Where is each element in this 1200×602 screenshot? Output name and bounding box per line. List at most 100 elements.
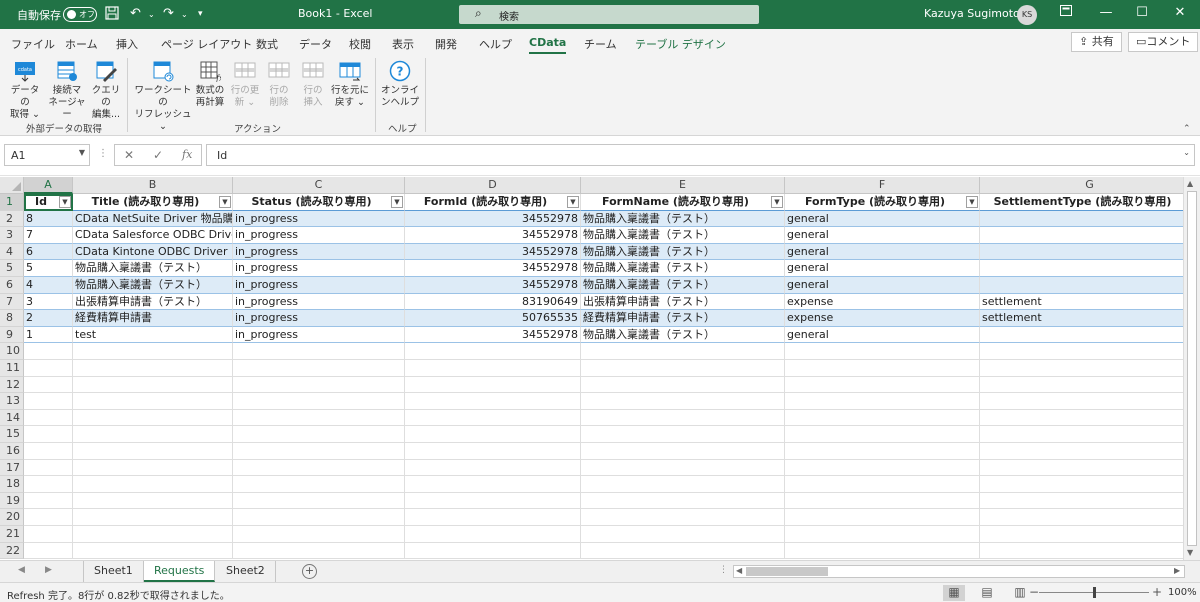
empty-cell[interactable] xyxy=(405,492,581,510)
zoom-level[interactable]: 100% xyxy=(1168,587,1197,598)
empty-cell[interactable] xyxy=(980,443,1183,460)
filter-dropdown-icon[interactable]: ▼ xyxy=(567,196,579,208)
row-header[interactable]: 4 xyxy=(0,243,24,261)
empty-cell[interactable] xyxy=(405,393,581,410)
search-box[interactable]: ⌕ 検索 xyxy=(459,5,759,24)
table-cell[interactable]: 物品購入稟議書（テスト） xyxy=(581,277,785,294)
table-cell[interactable]: in_progress xyxy=(233,227,405,244)
table-cell[interactable]: 1 xyxy=(24,326,73,344)
table-cell[interactable]: test xyxy=(73,326,233,344)
empty-cell[interactable] xyxy=(233,360,405,377)
empty-cell[interactable] xyxy=(24,443,73,460)
empty-cell[interactable] xyxy=(581,426,785,443)
collapse-ribbon-icon[interactable]: ⌃ xyxy=(1183,124,1191,134)
empty-cell[interactable] xyxy=(73,409,233,427)
table-cell[interactable]: CData Salesforce ODBC Driver xyxy=(73,227,233,244)
redo-icon[interactable]: ↷ xyxy=(163,6,174,21)
user-name[interactable]: Kazuya Sugimoto xyxy=(924,7,1020,20)
empty-cell[interactable] xyxy=(405,526,581,543)
tab-developer[interactable]: 開発 xyxy=(435,36,457,52)
row-header[interactable]: 13 xyxy=(0,393,24,410)
table-cell[interactable]: in_progress xyxy=(233,210,405,228)
empty-cell[interactable] xyxy=(405,343,581,360)
redo-dropdown-icon[interactable]: ⌄ xyxy=(181,10,188,19)
empty-cell[interactable] xyxy=(73,526,233,543)
table-cell[interactable] xyxy=(980,327,1183,344)
page-break-preview-icon[interactable]: ▥ xyxy=(1009,585,1031,601)
zoom-slider[interactable] xyxy=(1039,587,1149,598)
table-cell[interactable]: expense xyxy=(785,310,980,327)
row-header[interactable]: 6 xyxy=(0,277,24,294)
empty-cell[interactable] xyxy=(233,459,405,477)
table-cell[interactable]: 34552978 xyxy=(405,243,581,261)
table-cell[interactable]: in_progress xyxy=(233,310,405,327)
empty-cell[interactable] xyxy=(405,459,581,477)
scroll-up-icon[interactable]: ▲ xyxy=(1187,179,1193,188)
table-cell[interactable]: 物品購入稟議書（テスト） xyxy=(581,326,785,344)
empty-cell[interactable] xyxy=(73,476,233,493)
row-header[interactable]: 3 xyxy=(0,227,24,244)
undo-dropdown-icon[interactable]: ⌄ xyxy=(148,10,155,19)
empty-cell[interactable] xyxy=(581,376,785,394)
ribbon-display-options-icon[interactable] xyxy=(1056,5,1076,20)
next-sheet-icon[interactable]: ▶ xyxy=(45,565,52,575)
row-header[interactable]: 10 xyxy=(0,343,24,360)
table-cell[interactable]: 34552978 xyxy=(405,260,581,277)
refresh-worksheet-button[interactable]: ワークシートの リフレッシュ ⌄ xyxy=(133,60,193,133)
table-cell[interactable] xyxy=(980,227,1183,244)
empty-cell[interactable] xyxy=(980,426,1183,443)
empty-cell[interactable] xyxy=(233,393,405,410)
row-header[interactable]: 12 xyxy=(0,376,24,394)
empty-cell[interactable] xyxy=(581,526,785,543)
filter-dropdown-icon[interactable]: ▼ xyxy=(771,196,783,208)
empty-cell[interactable] xyxy=(24,492,73,510)
table-cell[interactable]: in_progress xyxy=(233,326,405,344)
table-cell[interactable]: 8 xyxy=(24,210,73,228)
column-header-a[interactable]: A xyxy=(24,177,73,194)
empty-cell[interactable] xyxy=(785,409,980,427)
filter-dropdown-icon[interactable]: ▼ xyxy=(391,196,403,208)
table-cell[interactable]: 経費精算申請書 xyxy=(73,310,233,327)
close-icon[interactable]: ✕ xyxy=(1170,5,1190,20)
table-cell[interactable] xyxy=(980,277,1183,294)
empty-cell[interactable] xyxy=(980,476,1183,493)
tab-help[interactable]: ヘルプ xyxy=(479,36,512,52)
table-cell[interactable]: general xyxy=(785,243,980,261)
row-header[interactable]: 2 xyxy=(0,210,24,228)
empty-cell[interactable] xyxy=(785,459,980,477)
empty-cell[interactable] xyxy=(24,409,73,427)
table-cell[interactable]: general xyxy=(785,210,980,228)
tab-cdata[interactable]: CData xyxy=(529,36,567,54)
customize-quick-access-icon[interactable]: ▾ xyxy=(198,9,203,19)
filter-dropdown-icon[interactable]: ▼ xyxy=(219,196,231,208)
empty-cell[interactable] xyxy=(785,360,980,377)
row-header[interactable]: 14 xyxy=(0,409,24,427)
table-cell[interactable]: 34552978 xyxy=(405,277,581,294)
revert-row-button[interactable]: 行を元に 戻す ⌄ xyxy=(330,60,370,109)
delete-row-button[interactable]: 行の 削除 xyxy=(264,60,294,109)
column-header-f[interactable]: F xyxy=(785,177,980,194)
connection-manager-button[interactable]: 接続マ ネージャー xyxy=(47,60,87,121)
page-layout-view-icon[interactable]: ▤ xyxy=(976,585,998,601)
tab-review[interactable]: 校閲 xyxy=(349,36,371,52)
scroll-down-icon[interactable]: ▼ xyxy=(1187,548,1193,557)
empty-cell[interactable] xyxy=(233,443,405,460)
empty-cell[interactable] xyxy=(980,410,1183,427)
empty-cell[interactable] xyxy=(980,526,1183,543)
table-cell[interactable]: in_progress xyxy=(233,293,405,311)
scroll-right-icon[interactable]: ▶ xyxy=(1174,566,1180,575)
empty-cell[interactable] xyxy=(581,393,785,410)
sheet-tab-sheet2[interactable]: Sheet2 xyxy=(216,561,276,582)
insert-function-icon[interactable]: fx xyxy=(182,148,192,161)
table-cell[interactable]: 34552978 xyxy=(405,210,581,228)
row-header[interactable]: 21 xyxy=(0,526,24,543)
recalculate-formulas-button[interactable]: fx 数式の 再計算 xyxy=(194,60,226,109)
table-cell[interactable] xyxy=(980,260,1183,277)
expand-formula-bar-icon[interactable]: ⌄ xyxy=(1183,148,1190,157)
column-header-b[interactable]: B xyxy=(73,177,233,194)
minimize-icon[interactable]: — xyxy=(1096,5,1116,20)
empty-cell[interactable] xyxy=(73,509,233,526)
row-header[interactable]: 18 xyxy=(0,476,24,493)
empty-cell[interactable] xyxy=(73,376,233,394)
formula-input[interactable]: Id ⌄ xyxy=(206,144,1195,166)
